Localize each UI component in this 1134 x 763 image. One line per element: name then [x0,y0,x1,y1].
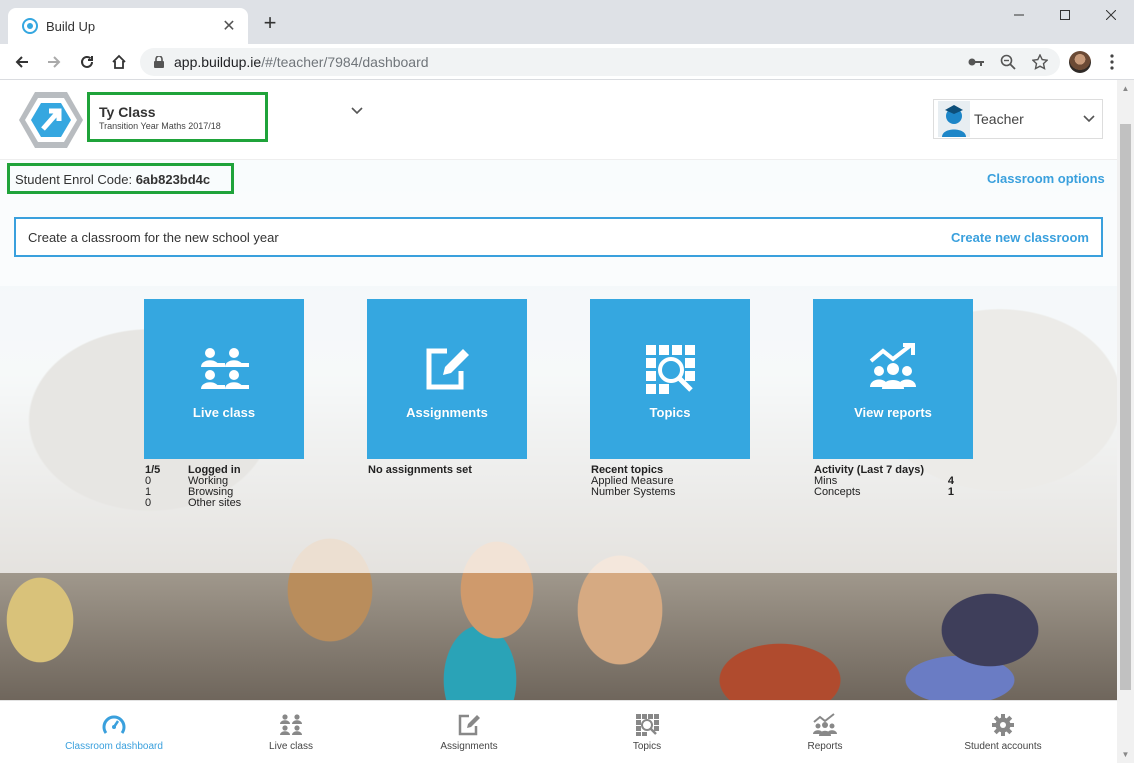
nav-live-class[interactable]: Live class [221,713,361,752]
profile-avatar[interactable] [1069,51,1091,73]
scroll-down-arrow-icon[interactable]: ▼ [1117,746,1134,763]
student-enrol-code: Student Enrol Code: 6ab823bd4c [7,163,234,194]
nav-assignments[interactable]: Assignments [399,713,539,752]
view-reports-tile[interactable]: View reports [813,299,973,459]
maximize-icon[interactable] [1042,0,1088,30]
window-controls [996,0,1134,30]
banner-text: Create a classroom for the new school ye… [28,229,279,245]
assignments-stats: No assignments set [368,465,472,476]
nav-classroom-dashboard[interactable]: Classroom dashboard [44,713,184,752]
topics-search-icon [636,714,659,736]
topics-stats: Recent topics Applied Measure Number Sys… [591,465,675,498]
scroll-up-arrow-icon[interactable]: ▲ [1117,80,1134,97]
stat-row: Concepts 1 [814,486,954,498]
browser-tab[interactable]: Build Up ✕ [8,8,248,44]
reports-stats: Activity (Last 7 days) Mins 4 Concepts 1 [814,465,954,498]
users-icon [280,714,302,735]
new-year-banner: Create a classroom for the new school ye… [14,217,1103,257]
bottom-navigation: Classroom dashboard Live class Assignmen… [0,700,1117,763]
nav-topics[interactable]: Topics [577,713,717,752]
live-class-stats: 1/5 Logged in 0 Working 1 Browsing 0 Other s… [145,465,241,509]
dashboard-content: Student Enrol Code: 6ab823bd4c Classroom… [0,80,1117,700]
browser-toolbar: app.buildup.ie/#/teacher/7984/dashboard [0,44,1134,80]
reports-icon [869,343,916,389]
users-icon [201,348,249,389]
buildup-favicon-icon [22,18,38,34]
url-text: app.buildup.ie/#/teacher/7984/dashboard [174,54,429,70]
nav-reports[interactable]: Reports [755,713,895,752]
create-new-classroom-link[interactable]: Create new classroom [951,230,1089,245]
tile-label: Live class [192,405,256,420]
reload-icon[interactable] [73,48,101,76]
home-icon[interactable] [105,48,133,76]
minimize-icon[interactable] [996,0,1042,30]
tile-label: View reports [854,405,932,420]
topics-tile[interactable]: Topics [590,299,750,459]
recent-topic-item[interactable]: Number Systems [591,487,675,498]
back-arrow-icon[interactable] [8,48,36,76]
more-menu-icon[interactable] [1100,50,1124,74]
tab-title: Build Up [46,18,96,34]
tile-label: Topics [649,405,691,420]
edit-icon [458,714,480,736]
edit-icon [426,348,469,390]
app-viewport: Ty Class Transition Year Maths 2017/18 T… [0,80,1117,763]
tab-close-icon[interactable]: ✕ [220,16,238,36]
zoom-icon[interactable] [998,52,1018,72]
live-class-tile[interactable]: Live class [144,299,304,459]
new-tab-icon[interactable]: + [258,12,282,36]
bookmark-star-icon[interactable] [1030,52,1050,72]
tile-label: Assignments [406,405,488,420]
address-bar[interactable]: app.buildup.ie/#/teacher/7984/dashboard [140,48,1060,76]
gear-icon [992,714,1014,736]
classroom-options-link[interactable]: Classroom options [987,171,1105,186]
scroll-thumb[interactable] [1120,124,1131,690]
key-icon[interactable] [966,52,986,72]
topics-search-icon [646,345,695,394]
browser-tab-bar: Build Up ✕ + [0,0,1134,44]
page-scrollbar[interactable]: ▲ ▼ [1117,80,1134,763]
enrol-code-value: 6ab823bd4c [135,172,211,187]
enrol-code-label: Student Enrol Code: [15,172,133,187]
lock-icon [154,56,164,68]
reports-icon [813,713,837,736]
stat-row: 0 Other sites [145,497,242,509]
assignments-status: No assignments set [368,464,472,476]
close-window-icon[interactable] [1088,0,1134,30]
gauge-icon [102,715,126,734]
assignments-tile[interactable]: Assignments [367,299,527,459]
nav-student-accounts[interactable]: Student accounts [933,713,1073,752]
forward-arrow-icon[interactable] [40,48,68,76]
